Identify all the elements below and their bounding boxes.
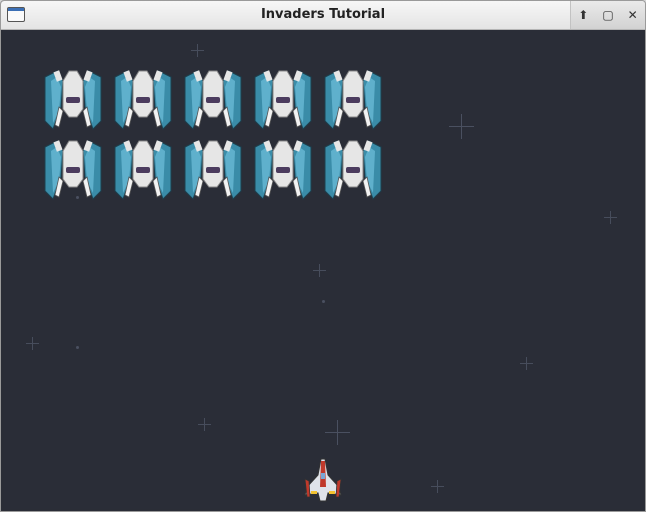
star-icon [604,211,617,224]
blue-invader-ship-icon [181,137,245,201]
star-icon [26,337,39,350]
star-icon [76,346,79,349]
maximize-button[interactable]: ▢ [600,7,616,23]
star-icon [520,357,533,370]
star-icon [431,480,444,493]
blue-invader-ship-icon [321,67,385,131]
window-title: Invaders Tutorial [260,7,386,22]
star-icon [198,418,211,431]
window-controls: ⬆ ▢ ✕ [570,1,645,29]
star-icon [449,114,474,139]
game-canvas[interactable] [4,30,643,509]
blue-invader-ship-icon [111,137,175,201]
blue-invader-ship-icon [321,137,385,201]
shade-button[interactable]: ⬆ [575,7,591,23]
title-bar[interactable]: Invaders Tutorial ⬆ ▢ ✕ [1,1,645,30]
red-player-ship-icon [301,457,345,503]
star-icon [325,420,350,445]
blue-invader-ship-icon [41,137,105,201]
blue-invader-ship-icon [111,67,175,131]
close-button[interactable]: ✕ [625,7,641,23]
star-icon [313,264,326,277]
blue-invader-ship-icon [251,137,315,201]
blue-invader-ship-icon [251,67,315,131]
blue-invader-ship-icon [181,67,245,131]
star-icon [191,44,204,57]
star-icon [322,300,325,303]
blue-invader-ship-icon [41,67,105,131]
app-window: Invaders Tutorial ⬆ ▢ ✕ [0,0,646,512]
